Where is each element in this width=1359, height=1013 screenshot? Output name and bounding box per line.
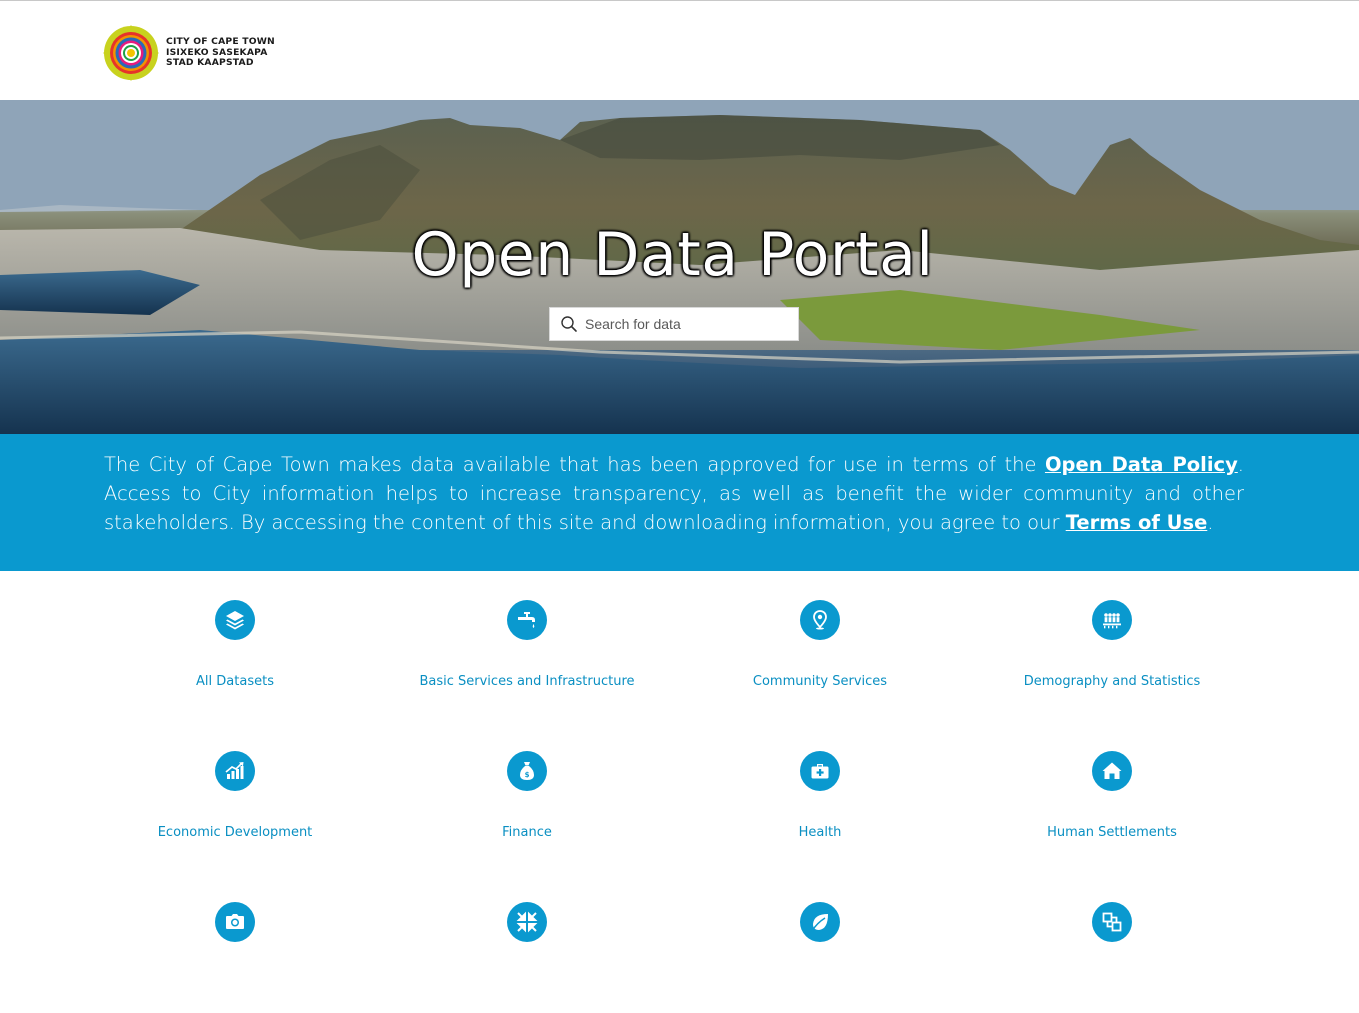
leaf-icon [811, 914, 828, 932]
logo-line-afrikaans: STAD KAAPSTAD [166, 57, 254, 69]
category-label: All Datasets [196, 674, 274, 689]
search-box[interactable] [549, 307, 799, 341]
intro-text: The City of Cape Town makes data availab… [104, 450, 1244, 537]
category-community-services[interactable]: Community Services [674, 571, 966, 711]
category-item-12[interactable] [966, 873, 1258, 1013]
open-data-policy-link[interactable]: Open Data Policy [1045, 453, 1238, 476]
city-logo[interactable]: CITY OF CAPE TOWN ISIXEKO SASEKAPA STAD … [103, 23, 283, 83]
category-all-datasets[interactable]: All Datasets [89, 571, 381, 711]
intro-text-part1: The City of Cape Town makes data availab… [104, 453, 1045, 476]
search-icon [561, 316, 577, 332]
intro-text-part3: . [1207, 511, 1214, 534]
search-input[interactable] [585, 316, 785, 332]
category-demography[interactable]: Demography and Statistics [966, 571, 1258, 711]
category-icon-badge [215, 600, 255, 640]
camera-icon [226, 914, 244, 929]
first-aid-kit-icon [811, 764, 829, 779]
category-icon-badge [800, 902, 840, 942]
category-icon-badge [1092, 600, 1132, 640]
category-item-11[interactable] [674, 873, 966, 1013]
category-health[interactable]: Health [674, 722, 966, 862]
category-icon-badge [215, 902, 255, 942]
city-emblem-icon [103, 25, 159, 81]
category-label: Health [798, 825, 842, 840]
water-tap-icon [518, 612, 535, 628]
category-economic-development[interactable]: Economic Development [89, 722, 381, 862]
category-icon-badge [800, 751, 840, 791]
category-label: Human Settlements [1047, 825, 1177, 840]
category-icon-badge [800, 600, 840, 640]
category-human-settlements[interactable]: Human Settlements [966, 722, 1258, 862]
money-bag-icon: $ [520, 762, 534, 780]
category-icon-badge [1092, 751, 1132, 791]
category-icon-badge: $ [507, 751, 547, 791]
category-item-9[interactable] [89, 873, 381, 1013]
page-title: Open Data Portal [411, 220, 934, 290]
connected-squares-icon [1102, 912, 1122, 932]
hero-banner: Open Data Portal [0, 100, 1359, 434]
house-icon [1102, 762, 1122, 779]
category-label: Economic Development [157, 825, 313, 840]
category-label: Basic Services and Infrastructure [419, 674, 635, 689]
category-label: Demography and Statistics [1023, 674, 1201, 689]
category-icon-badge [507, 902, 547, 942]
category-item-10[interactable] [381, 873, 673, 1013]
people-icon [1103, 613, 1121, 629]
site-header: CITY OF CAPE TOWN ISIXEKO SASEKAPA STAD … [0, 0, 1359, 100]
arrows-collapse-icon [516, 911, 538, 933]
city-name: CITY OF CAPE TOWN ISIXEKO SASEKAPA STAD … [166, 37, 275, 69]
category-icon-badge [215, 751, 255, 791]
layers-icon [226, 611, 244, 630]
intro-banner: The City of Cape Town makes data availab… [0, 434, 1359, 571]
category-finance[interactable]: $ Finance [381, 722, 673, 862]
growth-chart-icon [225, 762, 244, 779]
terms-of-use-link[interactable]: Terms of Use [1066, 511, 1208, 534]
category-icon-badge [1092, 902, 1132, 942]
category-icon-badge [507, 600, 547, 640]
map-pin-icon [813, 610, 827, 630]
svg-text:$: $ [525, 771, 530, 779]
category-label: Community Services [752, 674, 888, 689]
category-label: Finance [502, 825, 552, 840]
category-grid: All Datasets Basic Services and Infrastr… [0, 571, 1359, 961]
category-basic-services[interactable]: Basic Services and Infrastructure [381, 571, 673, 711]
